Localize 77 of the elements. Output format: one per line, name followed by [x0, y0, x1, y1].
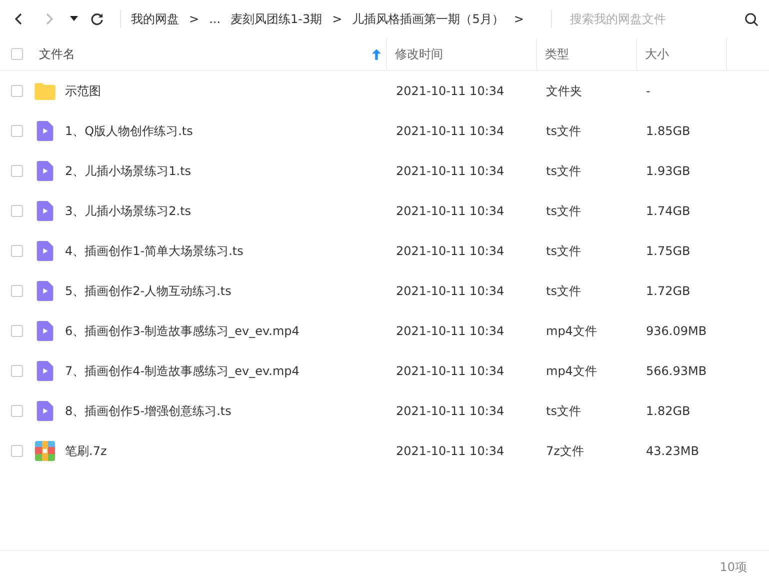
column-header[interactable]: 文件名	[39, 46, 75, 62]
folder-icon	[34, 82, 56, 100]
row-checkbox[interactable]	[11, 165, 23, 177]
video-file-icon	[34, 201, 56, 221]
column-header[interactable]: 修改时间	[395, 46, 443, 62]
refresh-icon[interactable]	[90, 12, 104, 26]
file-size: 566.93MB	[646, 364, 707, 378]
row-checkbox[interactable]	[11, 85, 23, 97]
row-checkbox[interactable]	[11, 325, 23, 337]
breadcrumb-link[interactable]: 麦刻风团练1-3期	[230, 10, 322, 28]
file-name[interactable]: 4、插画创作1-简单大场景练习.ts	[65, 242, 244, 260]
video-file-icon	[34, 241, 56, 261]
item-count: 10项	[720, 558, 747, 576]
search-icon[interactable]	[744, 12, 759, 26]
row-checkbox[interactable]	[11, 205, 23, 217]
file-name[interactable]: 1、Q版人物创作练习.ts	[65, 122, 193, 140]
row-checkbox[interactable]	[11, 285, 23, 297]
modified-time: 2021-10-11 10:34	[396, 364, 504, 378]
modified-time: 2021-10-11 10:34	[396, 84, 504, 98]
file-type: mp4文件	[546, 364, 597, 378]
modified-time: 2021-10-11 10:34	[396, 124, 504, 138]
file-size: -	[646, 84, 650, 98]
video-file-icon	[34, 281, 56, 301]
breadcrumb-separator: >	[332, 12, 342, 26]
file-type: mp4文件	[546, 324, 597, 338]
video-file-icon	[34, 321, 56, 341]
file-size: 1.82GB	[646, 404, 690, 418]
row-checkbox[interactable]	[11, 245, 23, 257]
file-name[interactable]: 6、插画创作3-制造故事感练习_ev_ev.mp4	[65, 322, 300, 340]
breadcrumb-separator: >	[189, 12, 200, 26]
select-all-checkbox[interactable]	[11, 48, 23, 60]
video-file-icon	[34, 361, 56, 381]
video-file-icon	[34, 401, 56, 421]
file-size: 1.75GB	[646, 244, 690, 258]
file-name[interactable]: 3、儿插小场景练习2.ts	[65, 202, 192, 220]
file-size: 1.72GB	[646, 284, 690, 298]
column-header[interactable]: 类型	[545, 46, 569, 62]
file-name[interactable]: 5、插画创作2-人物互动练习.ts	[65, 282, 232, 300]
row-checkbox[interactable]	[11, 405, 23, 417]
file-name[interactable]: 7、插画创作4-制造故事感练习_ev_ev.mp4	[65, 362, 300, 380]
modified-time: 2021-10-11 10:34	[396, 404, 504, 418]
modified-time: 2021-10-11 10:34	[396, 324, 504, 338]
video-file-icon	[34, 161, 56, 181]
file-name[interactable]: 笔刷.7z	[65, 442, 107, 460]
file-type: ts文件	[546, 284, 581, 298]
row-checkbox[interactable]	[11, 125, 23, 137]
column-header[interactable]: 大小	[645, 46, 669, 62]
file-name[interactable]: 2、儿插小场景练习1.ts	[65, 162, 192, 180]
file-type: ts文件	[546, 124, 581, 138]
file-size: 1.93GB	[646, 164, 690, 178]
row-checkbox[interactable]	[11, 365, 23, 377]
file-type: ts文件	[546, 164, 581, 178]
file-name[interactable]: 示范图	[65, 82, 101, 100]
breadcrumb-link[interactable]: 儿插风格插画第一期（5月）	[352, 10, 504, 28]
modified-time: 2021-10-11 10:34	[396, 444, 504, 458]
file-name[interactable]: 8、插画创作5-增强创意练习.ts	[65, 402, 232, 420]
file-size: 1.85GB	[646, 124, 690, 138]
modified-time: 2021-10-11 10:34	[396, 204, 504, 218]
file-type: ts文件	[546, 404, 581, 418]
file-type: ts文件	[546, 244, 581, 258]
sort-arrow-icon	[372, 48, 381, 60]
breadcrumb-link[interactable]: 我的网盘	[131, 10, 179, 28]
row-checkbox[interactable]	[11, 445, 23, 457]
file-size: 936.09MB	[646, 324, 707, 338]
video-file-icon	[34, 121, 56, 141]
dropdown-icon[interactable]	[70, 16, 78, 22]
file-size: 43.23MB	[646, 444, 699, 458]
file-type: 7z文件	[546, 444, 584, 458]
modified-time: 2021-10-11 10:34	[396, 164, 504, 178]
modified-time: 2021-10-11 10:34	[396, 244, 504, 258]
breadcrumb-link[interactable]: ...	[209, 12, 221, 26]
breadcrumb-separator: >	[514, 12, 524, 26]
file-type: 文件夹	[546, 84, 582, 98]
file-type: ts文件	[546, 204, 581, 218]
archive-file-icon	[34, 441, 56, 461]
modified-time: 2021-10-11 10:34	[396, 284, 504, 298]
file-size: 1.74GB	[646, 204, 690, 218]
